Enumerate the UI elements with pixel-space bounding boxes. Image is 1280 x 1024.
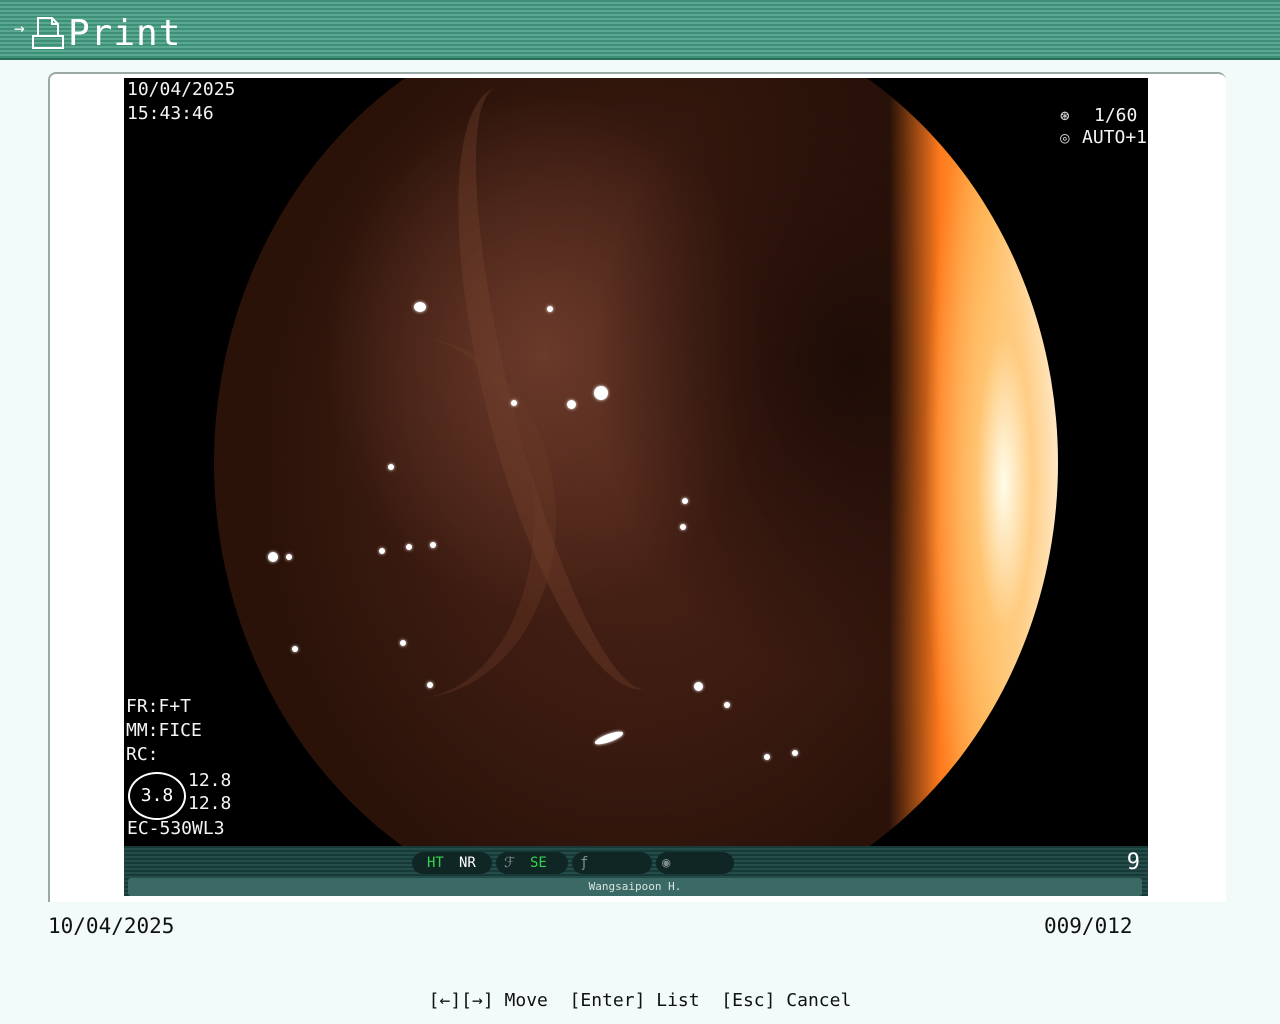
light-reflection [268,552,278,562]
frame-number: 9 [1126,850,1140,875]
nr-label: NR [459,855,476,871]
iris-mode: AUTO+1 [1082,127,1148,148]
filter-indicator: ƒ [572,852,652,874]
mm-setting: MM:FICE [126,720,202,741]
light-reflection [388,464,394,470]
light-reflection [292,646,298,652]
iris-icon: ◎ [1060,128,1070,147]
page-title: Print [68,13,182,54]
scope-model: EC-530WL3 [127,818,225,839]
light-reflection [400,640,406,646]
light-reflection [547,306,553,312]
light-reflection [764,754,770,760]
fr-setting: FR:F+T [126,696,192,717]
keyboard-hint: [←][→] Move [Enter] List [Esc] Cancel [428,990,852,1011]
endoscopy-image[interactable]: 10/04/2025 15:43:46 ⊛ 1/60 ◎ AUTO+1 FR:F… [124,78,1148,896]
light-reflection [427,682,433,688]
light-reflection [682,498,688,504]
zoom-indicator: 3.8 [128,772,186,820]
light-reflection [414,302,426,312]
zoom-value-1: 12.8 [188,770,232,791]
page-counter: 009/012 [1044,914,1133,938]
light-reflection [694,682,703,691]
light-reflection [430,542,436,548]
enhance-icon: ℱ [504,855,516,871]
se-indicator: ℱ SE [496,852,568,874]
light-reflection [406,544,412,550]
shutter-speed: 1/60 [1094,105,1138,126]
light-reflection [680,524,686,530]
se-label: SE [530,855,547,871]
light-reflection [567,400,576,409]
light-reflection [594,386,608,400]
light-reflection [379,548,385,554]
mucosa-fold [274,338,556,698]
filter-icon: ƒ [580,855,589,871]
rc-setting: RC: [126,744,159,765]
mode-indicator: ◉ [656,852,734,874]
light-reflection [511,400,517,406]
ht-label: HT [427,855,444,871]
image-time: 15:43:46 [127,103,214,124]
title-bar: → Print [0,0,1280,60]
light-reflection [286,554,292,560]
light-reflection [792,750,798,756]
operator-name: Wangsaipoon H. [128,878,1142,896]
image-status-bar: HT NR ℱ SE ƒ ◉ 9 Wangsaipoon H. [124,846,1148,896]
light-reflection [724,702,730,708]
shutter-icon: ⊛ [1060,106,1070,125]
mode-icon: ◉ [662,855,671,871]
print-date: 10/04/2025 [48,914,175,938]
image-date: 10/04/2025 [127,79,236,100]
arrow-icon: → [14,18,25,39]
print-icon [32,17,64,49]
ht-nr-indicator: HT NR [412,852,492,874]
zoom-value-2: 12.8 [188,793,232,814]
